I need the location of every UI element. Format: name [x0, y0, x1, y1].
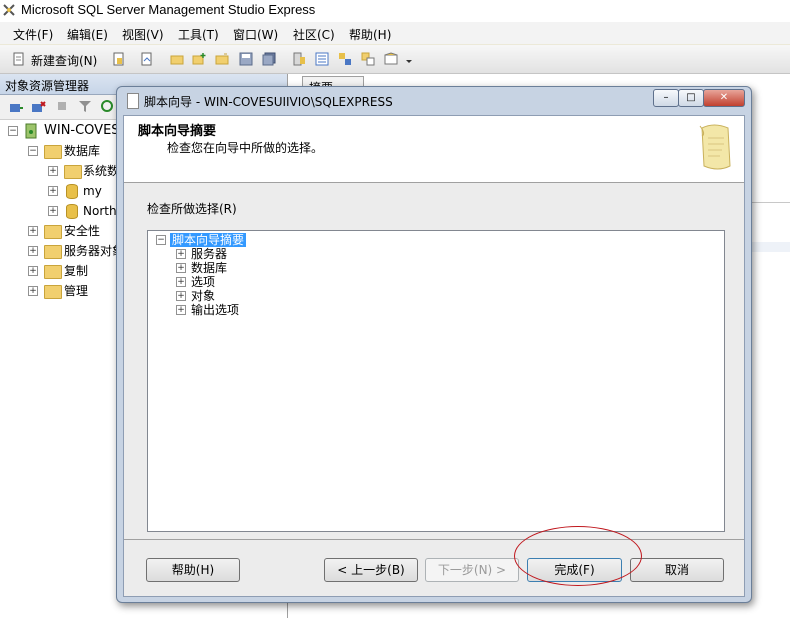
maximize-button[interactable]: □: [678, 89, 704, 107]
properties-icon[interactable]: [315, 52, 329, 66]
expand-icon[interactable]: +: [176, 291, 186, 301]
folder-icon: [44, 285, 62, 299]
expand-icon[interactable]: +: [28, 226, 38, 236]
template-explorer-icon[interactable]: [361, 52, 375, 66]
new-query-button[interactable]: 新建查询(N): [31, 52, 97, 69]
minimize-button[interactable]: –: [653, 89, 679, 107]
save-icon[interactable]: [239, 52, 253, 66]
replication-label: 复制: [64, 264, 89, 278]
folder-icon: [44, 225, 62, 239]
wizard-subheading: 检查您在向导中所做的选择。: [167, 141, 324, 155]
ssms-app-icon: [3, 4, 15, 16]
menu-file[interactable]: 文件(F): [13, 26, 53, 43]
close-icon: ✕: [719, 92, 729, 103]
registered-servers-icon[interactable]: [292, 52, 306, 66]
button-separator: [124, 539, 744, 540]
server-icon: [25, 123, 37, 139]
maximize-icon: □: [686, 92, 696, 103]
stop-icon[interactable]: [56, 100, 68, 112]
database-icon: [66, 204, 78, 219]
summary-node-label: 服务器: [191, 247, 228, 261]
filter-icon[interactable]: [78, 99, 92, 113]
summary-tree[interactable]: − 脚本向导摘要 + 服务器 + 数据库 + 选项 + 对象 + 输出选项: [147, 230, 725, 532]
wizard-banner: 脚本向导摘要 检查您在向导中所做的选择。: [124, 116, 744, 183]
expand-icon[interactable]: +: [176, 263, 186, 273]
expand-icon[interactable]: +: [176, 305, 186, 315]
summary-node-label: 数据库: [191, 261, 228, 275]
wizard-heading: 脚本向导摘要: [138, 124, 217, 139]
app-title: Microsoft SQL Server Management Studio E…: [21, 2, 316, 17]
databases-label: 数据库: [64, 144, 101, 158]
summary-node-label: 输出选项: [191, 303, 240, 317]
management-label: 管理: [64, 284, 89, 298]
menu-bar: 文件(F) 编辑(E) 视图(V) 工具(T) 窗口(W) 社区(C) 帮助(H…: [0, 22, 790, 44]
back-button[interactable]: < 上一步(B): [324, 558, 418, 582]
scroll-icon: [699, 124, 731, 170]
database-icon: [66, 184, 78, 199]
add-item-icon[interactable]: [192, 52, 206, 66]
open-folder-icon[interactable]: [170, 52, 184, 66]
object-explorer-icon[interactable]: [338, 52, 352, 66]
db-engine-query-icon[interactable]: [112, 52, 126, 66]
folder-icon: [44, 145, 62, 159]
expand-icon[interactable]: +: [28, 266, 38, 276]
standard-toolbar: 新建查询(N): [0, 45, 790, 74]
connect-icon[interactable]: [8, 99, 24, 115]
close-button[interactable]: ✕: [703, 89, 745, 107]
summary-node-label: 选项: [191, 275, 216, 289]
menu-edit[interactable]: 编辑(E): [67, 26, 108, 43]
app-titlebar: Microsoft SQL Server Management Studio E…: [0, 0, 790, 23]
db-my-label: my: [83, 184, 102, 198]
menu-help[interactable]: 帮助(H): [349, 26, 391, 43]
wizard-window-icon: [127, 93, 139, 109]
open-file-icon[interactable]: [140, 52, 154, 66]
collapse-icon[interactable]: −: [156, 235, 166, 245]
dialog-title: 脚本向导 - WIN-COVESUIIVIO\SQLEXPRESS: [144, 95, 393, 109]
expand-icon[interactable]: +: [48, 166, 58, 176]
expand-icon[interactable]: +: [176, 249, 186, 259]
toolbar-overflow-icon[interactable]: [404, 52, 414, 66]
collapse-icon[interactable]: −: [28, 146, 38, 156]
next-button[interactable]: 下一步(N) >: [425, 558, 519, 582]
menu-tools[interactable]: 工具(T): [178, 26, 219, 43]
save-all-icon[interactable]: [262, 52, 276, 66]
folder-icon: [44, 265, 62, 279]
help-button[interactable]: 帮助(H): [146, 558, 240, 582]
expand-icon[interactable]: +: [176, 277, 186, 287]
menu-window[interactable]: 窗口(W): [233, 26, 278, 43]
system-databases-label: 系统数: [83, 164, 120, 178]
dialog-client: 脚本向导摘要 检查您在向导中所做的选择。 检查所做选择(R) − 脚本向导摘要 …: [123, 115, 745, 597]
finish-button[interactable]: 完成(F): [527, 558, 622, 582]
collapse-icon[interactable]: −: [8, 126, 18, 136]
menu-view[interactable]: 视图(V): [122, 26, 164, 43]
expand-icon[interactable]: +: [28, 286, 38, 296]
minimize-icon: –: [663, 92, 669, 103]
refresh-icon[interactable]: [100, 99, 114, 113]
summary-root-label: 脚本向导摘要: [170, 233, 247, 247]
server-objects-label: 服务器对象: [64, 244, 125, 258]
expand-icon[interactable]: +: [28, 246, 38, 256]
review-selections-label: 检查所做选择(R): [147, 202, 237, 216]
object-explorer-title: 对象资源管理器: [5, 79, 90, 93]
folder-icon: [44, 245, 62, 259]
security-label: 安全性: [64, 224, 101, 238]
add-folder-icon[interactable]: [215, 52, 229, 66]
expand-icon[interactable]: +: [48, 186, 58, 196]
menu-community[interactable]: 社区(C): [293, 26, 335, 43]
script-wizard-dialog: 脚本向导 - WIN-COVESUIIVIO\SQLEXPRESS – □ ✕ …: [116, 86, 752, 603]
new-query-icon[interactable]: [12, 52, 26, 66]
db-north-label: North: [83, 204, 117, 218]
folder-icon: [64, 165, 82, 179]
summary-node-label: 对象: [191, 289, 216, 303]
server-name: WIN-COVES: [44, 123, 120, 138]
disconnect-icon[interactable]: [30, 99, 46, 115]
cancel-button[interactable]: 取消: [630, 558, 724, 582]
expand-icon[interactable]: +: [48, 206, 58, 216]
summary-icon[interactable]: [384, 52, 398, 66]
